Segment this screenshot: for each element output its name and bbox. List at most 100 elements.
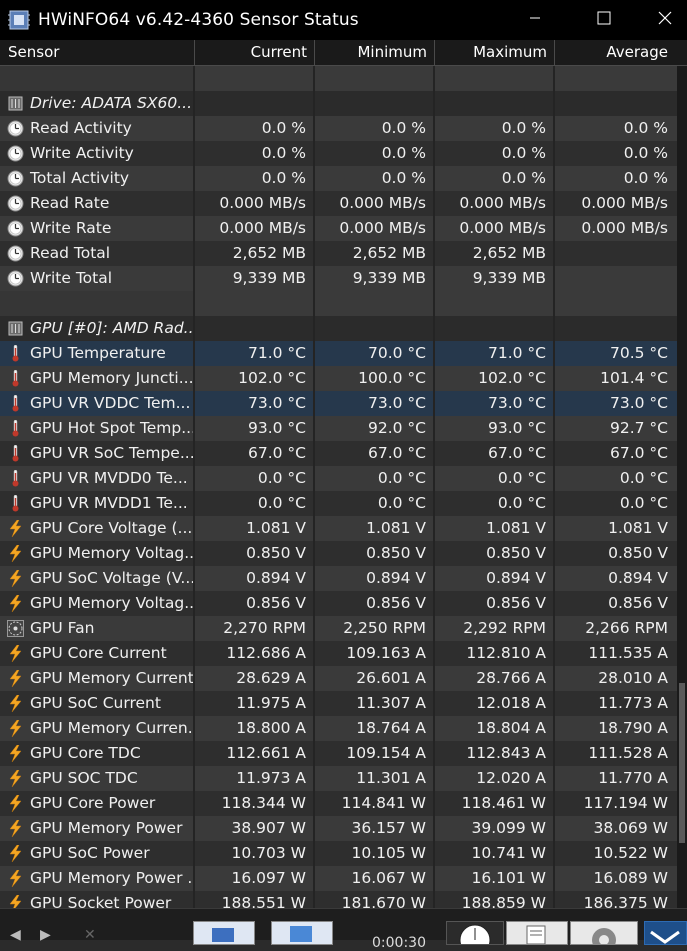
sensor-value-current: 2,270 RPM [195, 616, 315, 641]
close-icon [658, 11, 672, 25]
sensor-value-min: 0.0 °C [315, 491, 435, 516]
column-sensor[interactable]: Sensor [0, 40, 195, 65]
sensor-row[interactable]: Read Rate 0.000 MB/s 0.000 MB/s 0.000 MB/s 0… [0, 191, 677, 216]
sensor-value-current: 0.000 MB/s [195, 191, 315, 216]
maximize-button[interactable] [581, 0, 627, 36]
sensor-table[interactable]: Drive: ADATA SX60... Read Activity 0.0 % 0.… [0, 66, 677, 908]
lightning-icon [7, 594, 24, 613]
sensor-value-max: 0.000 MB/s [435, 191, 555, 216]
sensor-value-min: 11.301 A [315, 766, 435, 791]
arrow-right-icon[interactable]: ▶ [40, 927, 51, 943]
sensor-value-min: 2,250 RPM [315, 616, 435, 641]
column-maximum[interactable]: Maximum [435, 40, 555, 65]
sensor-name: Write Total [0, 266, 195, 291]
group-label: Drive: ADATA SX60... [0, 91, 195, 116]
sensor-value-min: 109.154 A [315, 741, 435, 766]
sensor-value-current: 93.0 °C [195, 416, 315, 441]
sensor-row[interactable]: GPU VR MVDD1 Te... 0.0 °C 0.0 °C 0.0 °C 0.0 … [0, 491, 677, 516]
sensor-row[interactable]: GPU Memory Power 38.907 W 36.157 W 39.099 W… [0, 816, 677, 841]
sensor-group-header[interactable]: GPU [#0]: AMD Rad... [0, 316, 677, 341]
sensor-row[interactable]: GPU SoC Voltage (V... 0.894 V 0.894 V 0.894… [0, 566, 677, 591]
empty-cell [435, 291, 555, 316]
sensor-value-min: 0.000 MB/s [315, 216, 435, 241]
monitor-icon [290, 926, 312, 942]
sensor-row[interactable]: Write Rate 0.000 MB/s 0.000 MB/s 0.000 MB/s… [0, 216, 677, 241]
sensor-row[interactable]: GPU Hot Spot Temp... 93.0 °C 92.0 °C 93.0 °… [0, 416, 677, 441]
empty-cell [315, 316, 435, 341]
sensor-row[interactable]: GPU Temperature 71.0 °C 70.0 °C 71.0 °C 70.5… [0, 341, 677, 366]
close-button[interactable] [642, 0, 687, 36]
sensor-name: GPU Hot Spot Temp... [0, 416, 195, 441]
sensor-row[interactable]: GPU VR MVDD0 Te... 0.0 °C 0.0 °C 0.0 °C 0.0 … [0, 466, 677, 491]
settings-button[interactable] [570, 921, 638, 951]
document-icon [526, 925, 546, 945]
sensor-row[interactable]: GPU Core Current 112.686 A 109.163 A 112.81… [0, 641, 677, 666]
sensor-row[interactable]: GPU SoC Current 11.975 A 11.307 A 12.018 A1… [0, 691, 677, 716]
sensor-row[interactable]: GPU Socket Power 188.551 W 181.670 W 188.85… [0, 891, 677, 908]
sensor-row[interactable]: GPU Core Voltage (... 1.081 V 1.081 V 1.081… [0, 516, 677, 541]
sensor-row[interactable]: GPU VR SoC Tempe... 67.0 °C 67.0 °C 67.0 °C… [0, 441, 677, 466]
sensor-row[interactable]: GPU Memory Voltag... 0.850 V 0.850 V 0.850 … [0, 541, 677, 566]
sensor-row[interactable]: Total Activity 0.0 % 0.0 % 0.0 % 0.0 % [0, 166, 677, 191]
lightning-icon [7, 544, 24, 563]
log-button[interactable] [506, 921, 568, 945]
sensor-value-avg: 0.000 MB/s [555, 191, 677, 216]
sensor-row[interactable]: GPU Memory Power ... 16.097 W 16.067 W 16.1… [0, 866, 677, 891]
sensor-value-current: 73.0 °C [195, 391, 315, 416]
arrow-left-icon[interactable]: ◀ [10, 927, 21, 943]
column-average[interactable]: Average [555, 40, 677, 65]
sensor-value-current: 0.856 V [195, 591, 315, 616]
lightning-icon [7, 794, 24, 813]
vertical-scrollbar[interactable] [677, 66, 687, 908]
sensor-row[interactable]: GPU Core TDC 112.661 A 109.154 A 112.843 A1… [0, 741, 677, 766]
sensor-row[interactable]: GPU SoC Power 10.703 W 10.105 W 10.741 W 10.… [0, 841, 677, 866]
clock-icon [7, 245, 24, 262]
empty-cell [0, 66, 195, 91]
sensor-name: GPU Core Current [0, 641, 195, 666]
sensor-row[interactable]: GPU VR VDDC Tem... 73.0 °C 73.0 °C 73.0 °C 7… [0, 391, 677, 416]
sensor-group-header[interactable]: Drive: ADATA SX60... [0, 91, 677, 116]
sensor-name: GPU SoC Voltage (V... [0, 566, 195, 591]
sensor-value-min: 0.856 V [315, 591, 435, 616]
sensor-row[interactable]: Write Activity 0.0 % 0.0 % 0.0 % 0.0 % [0, 141, 677, 166]
sensor-row[interactable]: GPU SOC TDC 11.973 A 11.301 A 12.020 A 11.77… [0, 766, 677, 791]
thermometer-icon [7, 444, 24, 462]
column-minimum[interactable]: Minimum [315, 40, 435, 65]
sensor-row[interactable]: GPU Core Power 118.344 W 114.841 W 118.461 … [0, 791, 677, 816]
monitor-button[interactable] [271, 921, 333, 945]
report-button[interactable] [193, 921, 255, 945]
sensor-row[interactable]: GPU Memory Voltag... 0.856 V 0.856 V 0.856 … [0, 591, 677, 616]
scroll-thumb[interactable] [679, 683, 685, 843]
sensor-value-max: 0.000 MB/s [435, 216, 555, 241]
sensor-row[interactable]: GPU Memory Current 28.629 A 26.601 A 28.766… [0, 666, 677, 691]
sensor-value-current: 11.973 A [195, 766, 315, 791]
sensor-name: GPU VR MVDD1 Te... [0, 491, 195, 516]
collapse-icon[interactable]: ✕ [84, 927, 96, 943]
empty-cell [555, 91, 677, 116]
sensor-value-min: 100.0 °C [315, 366, 435, 391]
sensor-row[interactable]: GPU Fan 2,270 RPM 2,250 RPM 2,292 RPM 2,266 … [0, 616, 677, 641]
sensor-name: GPU Memory Juncti... [0, 366, 195, 391]
sensor-row[interactable]: Write Total 9,339 MB 9,339 MB 9,339 MB [0, 266, 677, 291]
sensor-name: GPU Socket Power [0, 891, 195, 908]
column-current[interactable]: Current [195, 40, 315, 65]
sensor-value-current: 18.800 A [195, 716, 315, 741]
sensor-value-avg: 117.194 W [555, 791, 677, 816]
sensor-value-current: 10.703 W [195, 841, 315, 866]
sensor-value-avg: 0.894 V [555, 566, 677, 591]
sensor-value-avg: 11.770 A [555, 766, 677, 791]
column-header: Sensor Current Minimum Maximum Average [0, 40, 687, 66]
sensor-value-current: 112.661 A [195, 741, 315, 766]
sensor-row[interactable]: Read Activity 0.0 % 0.0 % 0.0 % 0.0 % [0, 116, 677, 141]
lightning-icon [7, 644, 24, 663]
minimize-button[interactable] [512, 0, 558, 36]
sensor-row[interactable]: Read Total 2,652 MB 2,652 MB 2,652 MB [0, 241, 677, 266]
sensor-name: Total Activity [0, 166, 195, 191]
sensor-row[interactable]: GPU Memory Curren... 18.800 A 18.764 A 18.8… [0, 716, 677, 741]
sensor-value-max: 12.018 A [435, 691, 555, 716]
close-sensors-button[interactable] [644, 921, 687, 945]
sensor-row[interactable]: GPU Memory Juncti... 102.0 °C 100.0 °C 102.… [0, 366, 677, 391]
sensor-value-min: 92.0 °C [315, 416, 435, 441]
sensor-value-current: 0.0 °C [195, 491, 315, 516]
clock-button[interactable] [446, 921, 504, 951]
